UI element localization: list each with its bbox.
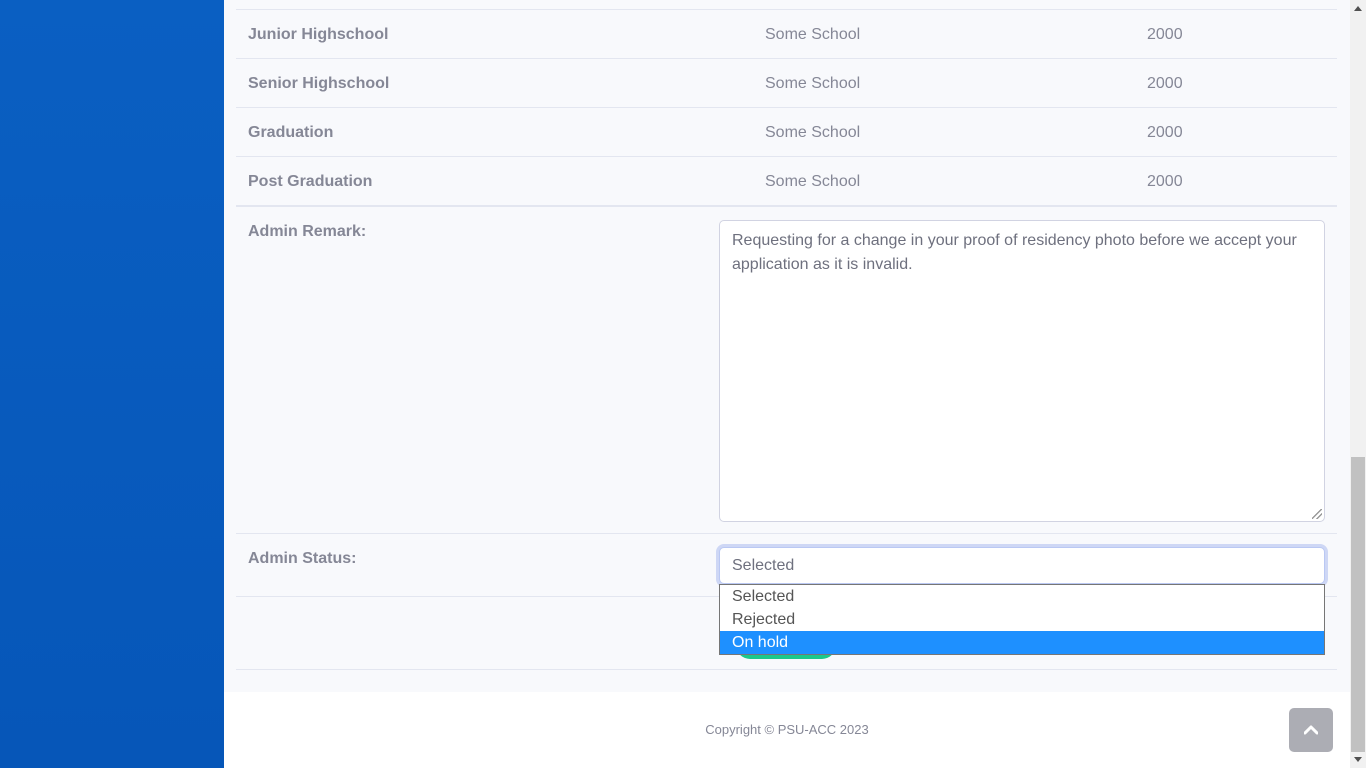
scroll-to-top-button[interactable] bbox=[1289, 708, 1333, 752]
education-level: Post Graduation bbox=[248, 173, 373, 190]
chevron-up-icon bbox=[1304, 725, 1318, 735]
school-name: Some School bbox=[765, 173, 861, 190]
school-name: Some School bbox=[765, 75, 861, 92]
scroll-up-arrow-icon[interactable] bbox=[1350, 0, 1366, 16]
table-row: Senior Highschool Some School 2000 bbox=[236, 58, 1337, 107]
admin-status-dropdown: Selected Rejected On hold bbox=[719, 584, 1325, 655]
table-row: Junior Highschool Some School 2000 bbox=[236, 9, 1337, 58]
sidebar bbox=[0, 0, 224, 768]
education-level: Senior Highschool bbox=[248, 75, 390, 92]
admin-status-select[interactable]: Selected bbox=[719, 547, 1325, 584]
school-name: Some School bbox=[765, 124, 861, 141]
year: 2000 bbox=[1147, 75, 1183, 92]
status-option-rejected[interactable]: Rejected bbox=[720, 608, 1324, 631]
copyright-text: Copyright © PSU-ACC 2023 bbox=[705, 722, 869, 737]
school-name: Some School bbox=[765, 26, 861, 43]
admin-status-label: Admin Status: bbox=[248, 550, 357, 567]
scrollbar-thumb[interactable] bbox=[1351, 457, 1365, 752]
admin-remark-row: Admin Remark: Requesting for a change in… bbox=[236, 205, 1337, 533]
education-level: Junior Highschool bbox=[248, 26, 389, 43]
footer: Copyright © PSU-ACC 2023 bbox=[224, 692, 1350, 768]
status-option-on-hold[interactable]: On hold bbox=[720, 631, 1324, 654]
scroll-down-arrow-icon[interactable] bbox=[1350, 752, 1366, 768]
resize-handle-icon[interactable] bbox=[1312, 509, 1322, 519]
year: 2000 bbox=[1147, 124, 1183, 141]
year: 2000 bbox=[1147, 26, 1183, 43]
year: 2000 bbox=[1147, 173, 1183, 190]
table-row: Post Graduation Some School 2000 bbox=[236, 156, 1337, 205]
education-level: Graduation bbox=[248, 124, 334, 141]
status-option-selected[interactable]: Selected bbox=[720, 585, 1324, 608]
table-row: Graduation Some School 2000 bbox=[236, 107, 1337, 156]
admin-remark-text: Requesting for a change in your proof of… bbox=[732, 232, 1297, 273]
admin-remark-textarea[interactable]: Requesting for a change in your proof of… bbox=[719, 220, 1325, 522]
admin-remark-label: Admin Remark: bbox=[248, 223, 367, 240]
